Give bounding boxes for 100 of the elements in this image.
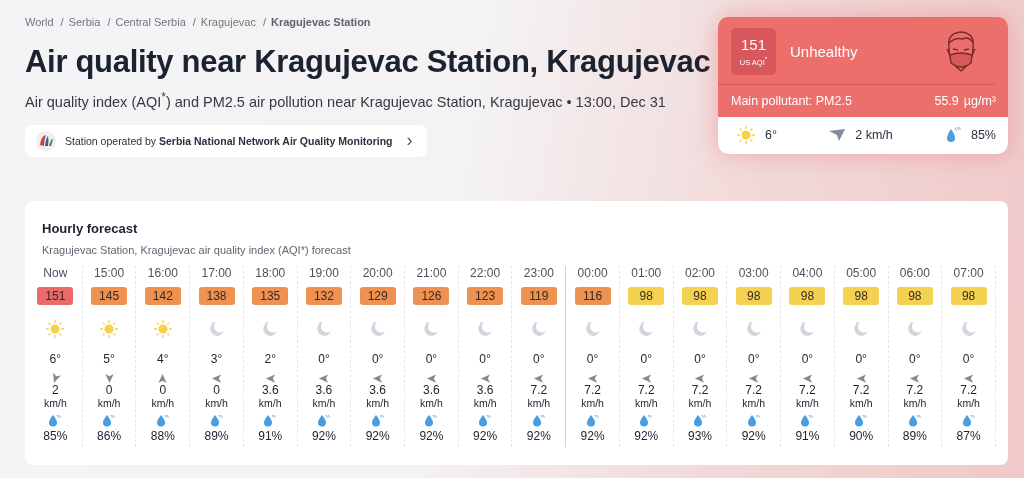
humidity-icon: [585, 414, 600, 427]
wind-arrow-icon: [103, 373, 115, 384]
hour-label: 17:00: [201, 266, 232, 280]
aqi-badge: 129: [359, 287, 396, 305]
wind-speed: 3.6: [315, 384, 333, 397]
station-operator-button[interactable]: Station operated by Serbia National Network Air Quality Monitoring ›: [25, 124, 427, 157]
aqi-badge: 151: [37, 287, 74, 305]
wind-arrow-icon: [855, 373, 867, 384]
hour-label: 16:00: [147, 266, 178, 280]
aqi-badge: 98: [789, 287, 826, 305]
wind-unit: km/h: [957, 397, 980, 410]
page-subtitle: Air quality index (AQI$^{*}$) and PM2.5 air pollution near Kragujevac Station, Kragujevac • 13:00, Dec 31: [25, 90, 667, 110]
humidity: 87%: [956, 429, 981, 445]
wind-arrow-icon: [694, 373, 706, 384]
temperature: 0°: [371, 352, 384, 366]
wind-speed: 3.6: [261, 384, 279, 397]
aqi-badge: 98: [628, 287, 665, 305]
hour-label: 20:00: [362, 266, 393, 280]
wind-unit: km/h: [151, 397, 175, 410]
wind-arrow-icon: [748, 373, 760, 384]
hour-label: 19:00: [308, 266, 339, 280]
humidity-icon: [424, 414, 439, 427]
humidity: 90%: [849, 429, 874, 445]
wind-arrow-icon: [640, 373, 652, 384]
wind-unit: km/h: [43, 397, 67, 410]
wind-arrow-icon: [157, 373, 169, 384]
wind-arrow-icon: [909, 373, 921, 384]
aqi-badge: 119: [520, 287, 557, 305]
hour-label: 22:00: [470, 266, 501, 280]
wind-unit: km/h: [473, 397, 497, 410]
hour-label: 06:00: [899, 266, 930, 280]
wind-arrow-icon: [533, 373, 545, 384]
wind-arrow-icon: [425, 373, 437, 384]
sun-icon: [45, 319, 66, 339]
hour-label: 21:00: [416, 266, 447, 280]
humidity-icon: [102, 414, 117, 427]
wind-unit: km/h: [634, 397, 658, 410]
aqi-badge: 98: [735, 287, 772, 305]
humidity-icon: [263, 414, 278, 427]
forecast-subtitle: Kragujevac Station, Kragujevac air quality index (AQI*) forecast: [42, 244, 352, 256]
wind-speed: 2: [52, 384, 59, 397]
humidity: 89%: [902, 429, 927, 445]
breadcrumb-separator: /: [60, 16, 64, 28]
aqi-badge: 98: [682, 287, 718, 305]
wind-arrow-icon: [372, 373, 384, 384]
humidity: 91%: [795, 429, 820, 445]
wind-unit: km/h: [258, 397, 282, 410]
sun-icon: [736, 125, 756, 145]
temperature: 0°: [962, 352, 975, 366]
humidity-icon: [209, 414, 224, 427]
humidity: 86%: [97, 429, 122, 445]
wind-speed: 7.2: [906, 384, 924, 397]
wind-unit: km/h: [312, 397, 336, 410]
wind-speed: 3.6: [423, 384, 440, 397]
wind-speed: 7.2: [745, 384, 763, 397]
humidity: 92%: [365, 429, 390, 445]
humidity: 92%: [473, 429, 498, 445]
aqi-badge: 98: [896, 287, 933, 305]
temperature: 0°: [586, 352, 599, 366]
aqi-status: Unhealthy: [790, 43, 859, 60]
wind-speed: 0: [105, 384, 113, 397]
aqi-badge: 135: [252, 287, 289, 305]
wind-arrow-icon: [318, 373, 330, 384]
wind-arrow-icon: [264, 373, 276, 384]
wind-unit: km/h: [796, 397, 819, 410]
breadcrumb-link[interactable]: Serbia: [68, 16, 101, 28]
humidity-icon: [961, 414, 976, 427]
humidity: 92%: [419, 429, 444, 445]
wind-speed: 7.2: [852, 384, 870, 397]
humidity: 93%: [687, 429, 712, 445]
hour-label: 23:00: [523, 266, 554, 280]
wind-arrow-icon: [801, 373, 813, 384]
operator-logo-icon: [35, 129, 57, 152]
wind-speed: 7.2: [691, 384, 709, 397]
wind-speed: 7.2: [799, 384, 816, 397]
humidity: 85%: [43, 429, 68, 445]
humidity: 92%: [526, 429, 551, 445]
hour-label: 18:00: [255, 266, 286, 280]
wind-unit: km/h: [903, 397, 927, 410]
hour-label: Now: [43, 266, 68, 280]
humidity: 91%: [258, 429, 283, 445]
wind-unit: km/h: [849, 397, 873, 410]
wind-arrow-icon: [587, 373, 599, 384]
wind-speed: 7.2: [530, 384, 548, 397]
humidity-icon: [693, 414, 707, 427]
sun-icon: [99, 319, 120, 339]
moon-icon: [690, 319, 710, 339]
aqi-badge: 123: [467, 287, 504, 305]
wind-speed: 0: [213, 384, 220, 397]
breadcrumb-link[interactable]: Kragujevac: [200, 16, 256, 28]
wind-speed: 2 km/h: [855, 128, 893, 142]
breadcrumb-link[interactable]: Central Serbia: [115, 16, 186, 28]
humidity-icon: [155, 414, 170, 427]
humidity: 92%: [311, 429, 336, 445]
humidity-icon: [854, 414, 869, 427]
temperature: 0°: [640, 352, 652, 366]
wind-speed: 7.2: [960, 384, 977, 397]
humidity: 89%: [204, 429, 229, 445]
breadcrumb-link[interactable]: Kragujevac Station: [270, 16, 371, 28]
breadcrumb-link[interactable]: World: [25, 16, 54, 28]
